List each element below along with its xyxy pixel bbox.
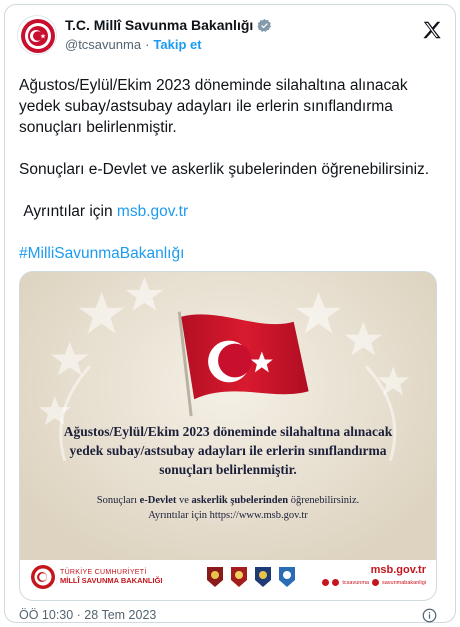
handle[interactable]: @tcsavunma	[65, 37, 141, 52]
tweet-paragraph-2: Sonuçları e-Devlet ve askerlik şubelerin…	[19, 161, 430, 178]
service-badges	[206, 566, 296, 588]
info-icon[interactable]	[422, 608, 437, 623]
ministry-logo: TÜRKİYE CUMHURİYETİ MİLLÎ SAVUNMA BAKANL…	[30, 564, 163, 590]
instagram-icon	[371, 579, 379, 586]
separator-dot: ·	[145, 37, 150, 52]
media-headline-line: yedek subay/astsubay adayları ile erleri…	[69, 443, 387, 458]
media-headline: Ağustos/Eylül/Ekim 2023 döneminde silaha…	[20, 422, 436, 479]
follow-button[interactable]: Takip et	[153, 37, 201, 52]
media-subtext: Sonuçları e-Devlet ve askerlik şubelerin…	[20, 493, 436, 523]
naval-forces-emblem-icon	[255, 567, 271, 587]
tweet-text: Ağustos/Eylül/Ekim 2023 döneminde silaha…	[19, 75, 439, 285]
sub-text: Sonuçları	[96, 495, 140, 506]
verified-badge-icon	[257, 18, 272, 32]
facebook-icon	[332, 579, 340, 586]
tweet-header: T.C. Millî Savunma Bakanlığı @tcsavunma …	[17, 15, 443, 59]
details-prefix: Ayrıntılar için	[19, 203, 117, 220]
details-link[interactable]: msb.gov.tr	[117, 203, 188, 220]
tweet-paragraph-1: Ağustos/Eylül/Ekim 2023 döneminde silaha…	[19, 77, 412, 136]
hashtag-link[interactable]: #MilliSavunmaBakanlığı	[19, 243, 439, 264]
media-footer: TÜRKİYE CUMHURİYETİ MİLLÎ SAVUNMA BAKANL…	[20, 560, 436, 600]
sub-text: ve	[176, 495, 192, 506]
footer-org-line2: MİLLÎ SAVUNMA BAKANLIĞI	[60, 576, 163, 585]
social-handle: tcsavunma	[342, 579, 369, 586]
x-logo-icon[interactable]	[421, 19, 443, 41]
footer-contact: msb.gov.tr tcsavunma savunmabakanligi	[322, 564, 426, 586]
handle-row: @tcsavunma · Takip et	[65, 37, 202, 52]
media-headline-line: Ağustos/Eylül/Ekim 2023 döneminde silaha…	[63, 424, 393, 439]
sub-text: öğrenebilirsiniz.	[288, 495, 360, 506]
tweet-timestamp[interactable]: ÖÖ 10:30 · 28 Tem 2023	[19, 608, 156, 622]
display-name-row[interactable]: T.C. Millî Savunma Bakanlığı	[65, 17, 272, 33]
footer-socials: tcsavunma savunmabakanligi	[322, 579, 426, 586]
display-name[interactable]: T.C. Millî Savunma Bakanlığı	[65, 17, 253, 33]
ministry-emblem-icon	[31, 565, 55, 589]
media-subtext-line: Sonuçları e-Devlet ve askerlik şubelerin…	[20, 493, 436, 508]
ministry-emblem-icon	[21, 19, 55, 53]
media-subtext-line: Ayrıntılar için https://www.msb.gov.tr	[148, 510, 308, 521]
social-handle-2: savunmabakanligi	[381, 579, 426, 586]
air-forces-emblem-icon	[279, 567, 295, 587]
footer-site: msb.gov.tr	[370, 564, 426, 576]
sub-bold-text: askerlik şubelerinden	[191, 495, 289, 506]
avatar[interactable]	[17, 15, 57, 55]
tweet-details: Ayrıntılar için msb.gov.tr	[19, 201, 439, 222]
footer-org-line1: TÜRKİYE CUMHURİYETİ	[60, 569, 147, 576]
tweet-card: T.C. Millî Savunma Bakanlığı @tcsavunma …	[4, 4, 456, 623]
gendarmerie-emblem-icon	[231, 567, 247, 587]
land-forces-emblem-icon	[207, 567, 223, 587]
media-headline-line: sonuçları belirlenmiştir.	[159, 462, 297, 477]
sub-bold-text: e-Devlet	[139, 495, 177, 506]
twitter-icon	[322, 579, 330, 586]
tweet-media[interactable]: Ağustos/Eylül/Ekim 2023 döneminde silaha…	[19, 271, 437, 601]
